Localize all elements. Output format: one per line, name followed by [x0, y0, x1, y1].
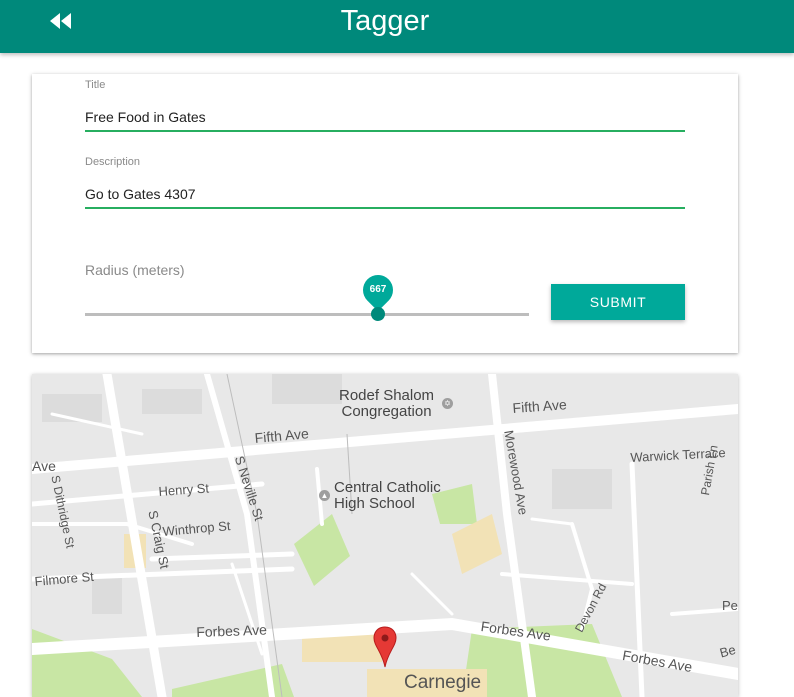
- map-label-ave-edge: Ave: [32, 458, 56, 474]
- radius-label: Radius (meters): [85, 262, 185, 278]
- app-bar: Tagger: [0, 0, 794, 53]
- map-label-central-catholic: Central Catholic High School: [334, 479, 441, 512]
- title-input[interactable]: [85, 106, 685, 132]
- description-label: Description: [85, 156, 141, 168]
- map-view[interactable]: Rodef Shalom Congregation ✡ Fifth Ave Fi…: [32, 374, 738, 697]
- map-label-pe-edge: Pe: [722, 598, 738, 613]
- tag-form-card: Title Description Radius (meters) 667 SU…: [32, 74, 738, 353]
- radius-slider[interactable]: 667: [85, 268, 529, 321]
- slider-fill: [85, 313, 379, 316]
- slider-value-bubble: 667: [356, 268, 400, 312]
- app-title: Tagger: [340, 5, 430, 37]
- submit-button[interactable]: SUBMIT: [551, 284, 685, 320]
- map-label-carnegie: Carnegie: [404, 672, 482, 693]
- map-label-rodef-shalom: Rodef Shalom Congregation: [339, 387, 435, 420]
- slider-value-text: 667: [369, 284, 387, 295]
- map-label-forbes-ave-left: Forbes Ave: [196, 621, 268, 640]
- slider-thumb[interactable]: [371, 307, 386, 321]
- map-pin-icon[interactable]: [373, 626, 397, 668]
- title-label: Title: [85, 79, 106, 91]
- description-input[interactable]: [85, 183, 685, 209]
- place-of-worship-icon: ✡: [442, 398, 453, 409]
- school-icon: ▲: [319, 490, 330, 501]
